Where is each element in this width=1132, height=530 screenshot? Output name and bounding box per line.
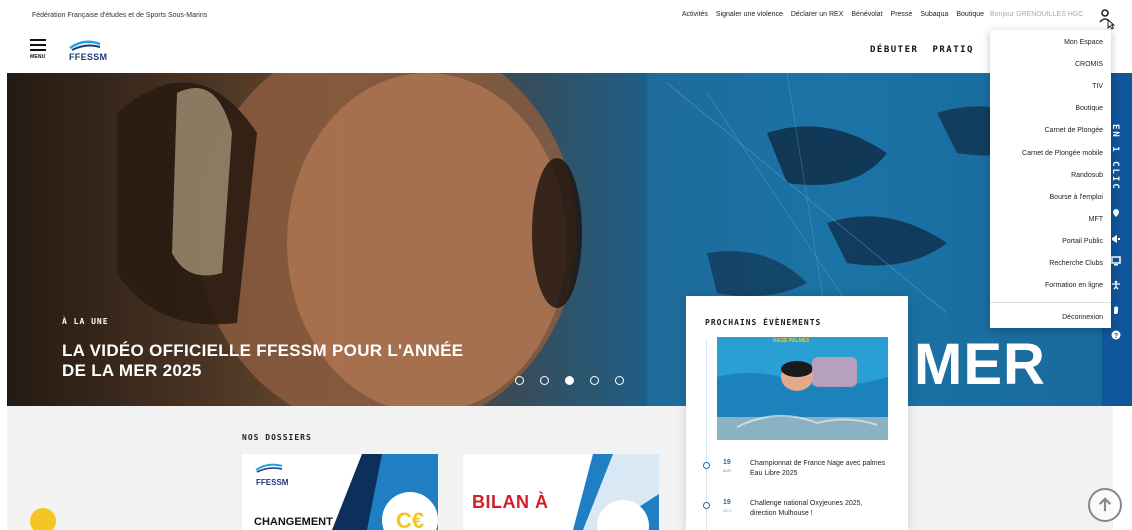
dropdown-item-cromis[interactable]: CROMIS — [1075, 61, 1103, 68]
main-nav: DÉBUTER PRATIQ — [870, 45, 974, 55]
svg-text:C€: C€ — [396, 508, 424, 530]
toplink-activites[interactable]: Activités — [682, 11, 708, 18]
menu-button[interactable]: MENU — [30, 39, 46, 60]
toplink-presse[interactable]: Presse — [891, 11, 913, 18]
event-title[interactable]: Challenge national Oxyjeunes 2025, direc… — [750, 499, 890, 519]
hero-overlay-word: MER — [914, 332, 1046, 397]
dropdown-item-deconnexion[interactable]: Déconnexion — [1062, 314, 1103, 321]
dropdown-item-mft[interactable]: MFT — [1089, 216, 1103, 223]
event-image[interactable]: NAGE PALMES — [717, 337, 888, 440]
dropdown-item-portail-public[interactable]: Portail Public — [1062, 238, 1103, 245]
dossier-card-label: CHANGEMENT — [254, 516, 333, 528]
map-pin-icon[interactable] — [1111, 208, 1121, 218]
menu-bar — [30, 44, 46, 46]
timeline-dot — [703, 462, 710, 469]
carousel-dot-3[interactable] — [565, 376, 574, 385]
screen-icon[interactable] — [1111, 256, 1121, 266]
upcoming-events-panel: PROCHAINS ÉVÈNEMENTS NAGE PALMES 19 AVR.… — [686, 296, 908, 530]
toplink-boutique[interactable]: Boutique — [956, 11, 984, 18]
hand-icon[interactable] — [1111, 305, 1121, 315]
hero-banner[interactable]: À LA UNE LA VIDÉO OFFICIELLE FFESSM POUR… — [7, 73, 1113, 406]
dropdown-item-carnet-plongee-mobile[interactable]: Carnet de Plongée mobile — [1022, 150, 1103, 157]
megaphone-icon[interactable] — [1111, 234, 1121, 244]
nav-debuter[interactable]: DÉBUTER — [870, 45, 918, 55]
user-icon[interactable] — [1097, 8, 1117, 30]
dropdown-item-randosub[interactable]: Randosub — [1071, 172, 1103, 179]
event-image-art — [717, 337, 888, 440]
top-utility-bar: Fédération Française d'études et de Spor… — [0, 0, 1132, 32]
main-header: MENU FFESSM DÉBUTER PRATIQ — [0, 32, 1132, 72]
event-image-caption: NAGE PALMES — [773, 338, 810, 344]
toplink-benevolat[interactable]: Bénévolat — [851, 11, 882, 18]
dropdown-item-tiv[interactable]: TIV — [1092, 83, 1103, 90]
quick-access-label[interactable]: EN 1 CLIC — [1110, 124, 1120, 191]
scroll-to-top-button[interactable] — [1088, 488, 1122, 522]
dropdown-item-carnet-plongee[interactable]: Carnet de Plongée — [1045, 127, 1103, 134]
dropdown-item-mon-espace[interactable]: Mon Espace — [1064, 39, 1103, 46]
dossier-card-bilan[interactable]: BILAN À — [463, 454, 659, 530]
dropdown-item-formation-en-ligne[interactable]: Formation en ligne — [1045, 282, 1103, 289]
menu-bar — [30, 49, 46, 51]
hero-kicker: À LA UNE — [62, 317, 109, 326]
toplink-signaler-violence[interactable]: Signaler une violence — [716, 11, 783, 18]
event-month: OCT. — [723, 508, 733, 513]
menu-label: MENU — [30, 54, 46, 60]
dropdown-separator — [990, 302, 1111, 303]
logo-text: FFESSM — [69, 52, 108, 62]
event-item[interactable]: 19 AVR. Championnat de France Nage avec … — [686, 458, 908, 488]
event-day: 19 — [723, 499, 731, 506]
carousel-dot-1[interactable] — [515, 376, 524, 385]
accessibility-icon[interactable] — [1111, 280, 1121, 290]
user-greeting: Bonjour GRENOUILLES HGC — [990, 11, 1084, 18]
toplink-subaqua[interactable]: Subaqua — [920, 11, 948, 18]
timeline-dot — [703, 502, 710, 509]
toplink-declarer-rex[interactable]: Déclarer un REX — [791, 11, 844, 18]
dossiers-title: NOS DOSSIERS — [242, 433, 312, 442]
dossier-card-logo: FFESSM — [256, 478, 289, 487]
event-day: 19 — [723, 459, 731, 466]
dossier-card-label: BILAN À — [472, 492, 549, 512]
federation-name: Fédération Française d'études et de Spor… — [32, 12, 208, 19]
hero-title[interactable]: LA VIDÉO OFFICIELLE FFESSM POUR L'ANNÉE … — [62, 341, 492, 381]
page: Fédération Française d'études et de Spor… — [0, 0, 1132, 530]
event-month: AVR. — [723, 468, 733, 473]
dropdown-item-bourse-emploi[interactable]: Bourse à l'emploi — [1050, 194, 1103, 201]
question-icon[interactable]: ? — [1111, 330, 1121, 340]
carousel-dot-5[interactable] — [615, 376, 624, 385]
carousel-dot-2[interactable] — [540, 376, 549, 385]
svg-text:?: ? — [1114, 333, 1118, 340]
accessibility-badge[interactable] — [30, 508, 56, 530]
user-dropdown-menu: Mon Espace CROMIS TIV Boutique Carnet de… — [990, 30, 1111, 328]
carousel-dot-4[interactable] — [590, 376, 599, 385]
dossier-card-changement[interactable]: C€ FFESSM CHANGEMENT — [242, 454, 438, 530]
menu-bar — [30, 39, 46, 41]
event-title[interactable]: Championnat de France Nage avec palmes E… — [750, 459, 890, 479]
dropdown-item-recherche-clubs[interactable]: Recherche Clubs — [1049, 260, 1103, 267]
nav-pratiquer[interactable]: PRATIQ — [932, 45, 974, 55]
dropdown-item-boutique[interactable]: Boutique — [1075, 105, 1103, 112]
top-links: Activités Signaler une violence Déclarer… — [682, 11, 984, 18]
event-item[interactable]: 19 OCT. Challenge national Oxyjeunes 202… — [686, 498, 908, 528]
events-title: PROCHAINS ÉVÈNEMENTS — [705, 318, 822, 327]
carousel-dots — [515, 376, 624, 385]
